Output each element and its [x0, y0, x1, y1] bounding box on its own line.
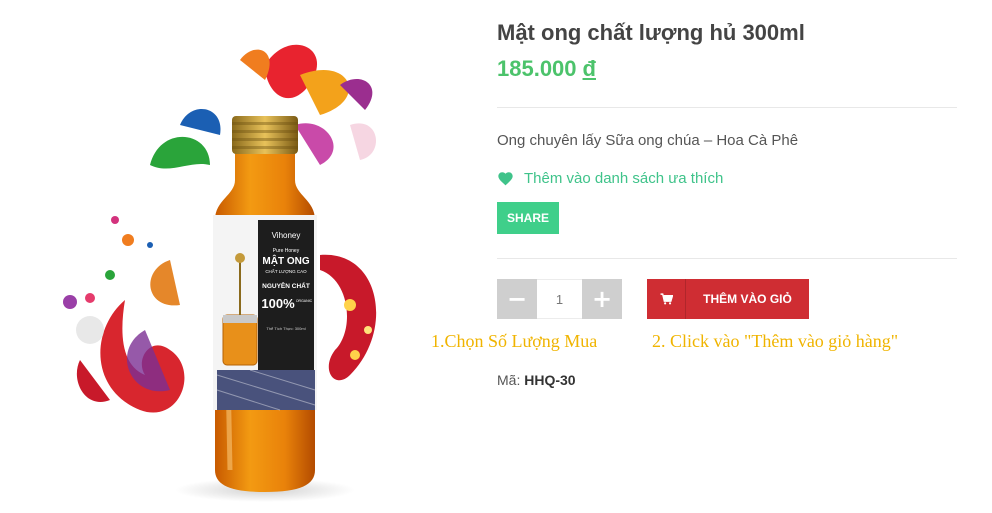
price-currency: đ — [582, 56, 596, 81]
label-brand: Vihoney — [272, 231, 301, 240]
product-image[interactable]: Vihoney Pure Honey MẬT ONG CHẤT LƯỢNG CA… — [50, 30, 440, 505]
wishlist-label: Thêm vào danh sách ưa thích — [524, 170, 724, 187]
heart-icon — [497, 171, 514, 186]
quantity-increase-button[interactable]: + — [582, 279, 622, 319]
add-to-cart-button[interactable]: THÊM VÀO GIỎ — [647, 279, 809, 319]
product-sku: Mã: HHQ-30 — [497, 372, 576, 388]
annotation-step1: 1.Chọn Số Lượng Mua — [431, 331, 598, 351]
divider — [497, 107, 957, 108]
share-button[interactable]: SHARE — [497, 202, 559, 234]
cart-icon — [647, 279, 686, 319]
quantity-input[interactable]: 1 — [537, 279, 582, 319]
label-line3: CHẤT LƯỢNG CAO — [265, 268, 307, 274]
product-price: 185.000 đ — [497, 56, 596, 82]
add-to-cart-label: THÊM VÀO GIỎ — [703, 292, 792, 306]
product-title: Mật ong chất lượng hủ 300ml — [497, 20, 805, 45]
quantity-decrease-button[interactable]: − — [497, 279, 537, 319]
divider — [497, 258, 957, 259]
honey-bottle-illustration: Vihoney Pure Honey MẬT ONG CHẤT LƯỢNG CA… — [63, 44, 377, 502]
label-line2: MẬT ONG — [262, 254, 309, 267]
label-line5: 100% — [261, 296, 295, 311]
label-line6: ORGANIC — [296, 299, 313, 303]
label-line1: Pure Honey — [273, 248, 300, 254]
price-value: 185.000 — [497, 56, 577, 81]
annotation-step2: 2. Click vào "Thêm vào giỏ hàng" — [652, 331, 899, 351]
sku-label: Mã: — [497, 372, 521, 388]
sku-value: HHQ-30 — [524, 372, 576, 388]
label-line7: Thể Tích Thực: 300ml — [266, 326, 305, 331]
add-to-wishlist-link[interactable]: Thêm vào danh sách ưa thích — [497, 170, 723, 187]
quantity-stepper: − 1 + — [497, 279, 622, 319]
product-description: Ong chuyên lấy Sữa ong chúa – Hoa Cà Phê — [497, 132, 799, 149]
